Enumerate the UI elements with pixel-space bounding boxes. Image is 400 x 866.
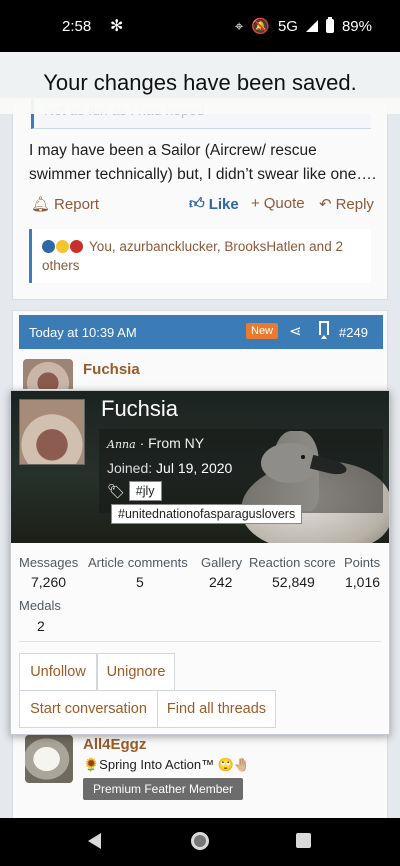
like-reaction-icon: [42, 240, 55, 253]
report-label: Report: [54, 195, 100, 213]
location-icon: ⌖: [234, 17, 244, 35]
tag-item[interactable]: #jly: [128, 481, 162, 501]
reactions-summary[interactable]: You, azurbancklucker, BrooksHatlen and 2…: [29, 229, 371, 283]
post-actions: 🔔︎ Report 👍︎ Like + Quote ↶ Reply: [31, 195, 381, 215]
plus-icon: +: [251, 195, 260, 212]
tag-icon: 🏷︎: [107, 482, 125, 499]
member-avatar[interactable]: [19, 399, 85, 465]
joined-date: Jul 19, 2020: [156, 460, 233, 476]
share-icon[interactable]: ⋖: [289, 322, 302, 340]
card-divider: [19, 641, 381, 642]
member-location: · From NY: [139, 435, 205, 451]
next-post-author[interactable]: All4Eggz: [83, 736, 146, 753]
toast-notification: Your changes have been saved.: [0, 52, 400, 114]
bookmark-icon[interactable]: [319, 321, 329, 339]
recents-icon[interactable]: [296, 833, 311, 848]
member-name[interactable]: Fuchsia: [101, 396, 178, 422]
find-all-threads-button[interactable]: Find all threads: [157, 690, 276, 728]
member-blurb: Anna · From NY: [107, 435, 204, 451]
reply-icon: ↶: [319, 196, 332, 213]
post-header: Today at 10:39 AM New ⋖ #249: [19, 315, 383, 349]
signal-icon: [305, 20, 318, 32]
fan-icon: ✻: [110, 18, 124, 35]
tag-item[interactable]: #unitednationofasparaguslovers: [111, 504, 303, 524]
avatar[interactable]: [23, 359, 73, 389]
signature-name: Anna: [107, 438, 136, 451]
member-joined: Joined: Jul 19, 2020: [107, 460, 232, 476]
stat-reaction-score[interactable]: Reaction score 52,849: [249, 555, 336, 590]
medals-value: 2: [37, 618, 45, 634]
like-label: Like: [208, 195, 239, 213]
profile-banner: Fuchsia Anna · From NY Joined: Jul 19, 2…: [11, 391, 389, 543]
stat-gallery[interactable]: Gallery 242: [201, 555, 242, 590]
post-number[interactable]: #249: [339, 325, 368, 340]
thumbs-up-icon: 👍︎: [189, 195, 205, 212]
like-button[interactable]: 👍︎ Like: [189, 195, 239, 213]
report-button[interactable]: 🔔︎ Report: [31, 195, 100, 214]
stat-medals[interactable]: Medals 2: [19, 598, 61, 634]
post-previous: Not as fun as I had hoped I may have bee…: [12, 98, 388, 300]
unignore-button[interactable]: Unignore: [97, 653, 175, 691]
stat-article-comments[interactable]: Article comments 5: [88, 555, 188, 590]
user-title-badge: Premium Feather Member: [83, 778, 244, 800]
stat-messages[interactable]: Messages 7,260: [19, 555, 78, 590]
member-tooltip-card: Fuchsia Anna · From NY Joined: Jul 19, 2…: [10, 390, 390, 735]
network-label: 5G: [277, 17, 298, 35]
status-time: 2:58: [62, 18, 92, 35]
back-icon[interactable]: [88, 833, 101, 849]
battery-label: 89%: [341, 17, 372, 35]
quote-button[interactable]: + Quote: [251, 195, 305, 212]
reply-button[interactable]: ↶ Reply: [319, 195, 374, 214]
reply-label: Reply: [335, 195, 374, 213]
member-tags: 🏷︎ #jly: [107, 481, 162, 501]
medals-label: Medals: [19, 598, 61, 613]
stat-points[interactable]: Points 1,016: [344, 555, 380, 590]
reactions-text: You, azurbancklucker, BrooksHatlen and 2…: [42, 239, 343, 273]
member-stats: Messages 7,260 Article comments 5 Galler…: [19, 555, 381, 595]
post-body: I may have been a Sailor (Aircrew/ rescu…: [29, 142, 377, 183]
love-reaction-icon: [69, 240, 83, 253]
laugh-reaction-icon: [55, 240, 69, 253]
mute-icon: 🔕: [251, 18, 270, 35]
system-nav-bar: [0, 818, 400, 866]
toast-message: Your changes have been saved.: [43, 70, 357, 95]
new-badge: New: [246, 323, 279, 339]
post-date[interactable]: Today at 10:39 AM: [29, 325, 137, 340]
start-conversation-button[interactable]: Start conversation: [19, 690, 158, 728]
joined-label: Joined:: [107, 460, 153, 476]
next-post-signature: 🌻Spring Into Action™ 🙄🤚🏼: [83, 757, 251, 772]
status-bar: 2:58 ✻ ⌖ 🔕 5G 89%: [0, 0, 400, 52]
quote-label: Quote: [263, 195, 305, 212]
next-post-avatar[interactable]: [25, 735, 73, 783]
status-icons: ⌖ 🔕 5G 89%: [235, 17, 372, 35]
battery-icon: [325, 17, 334, 33]
home-icon[interactable]: [191, 832, 209, 850]
bell-icon: 🔔︎: [31, 196, 51, 213]
post-author[interactable]: Fuchsia: [83, 361, 140, 378]
unfollow-button[interactable]: Unfollow: [19, 653, 97, 691]
